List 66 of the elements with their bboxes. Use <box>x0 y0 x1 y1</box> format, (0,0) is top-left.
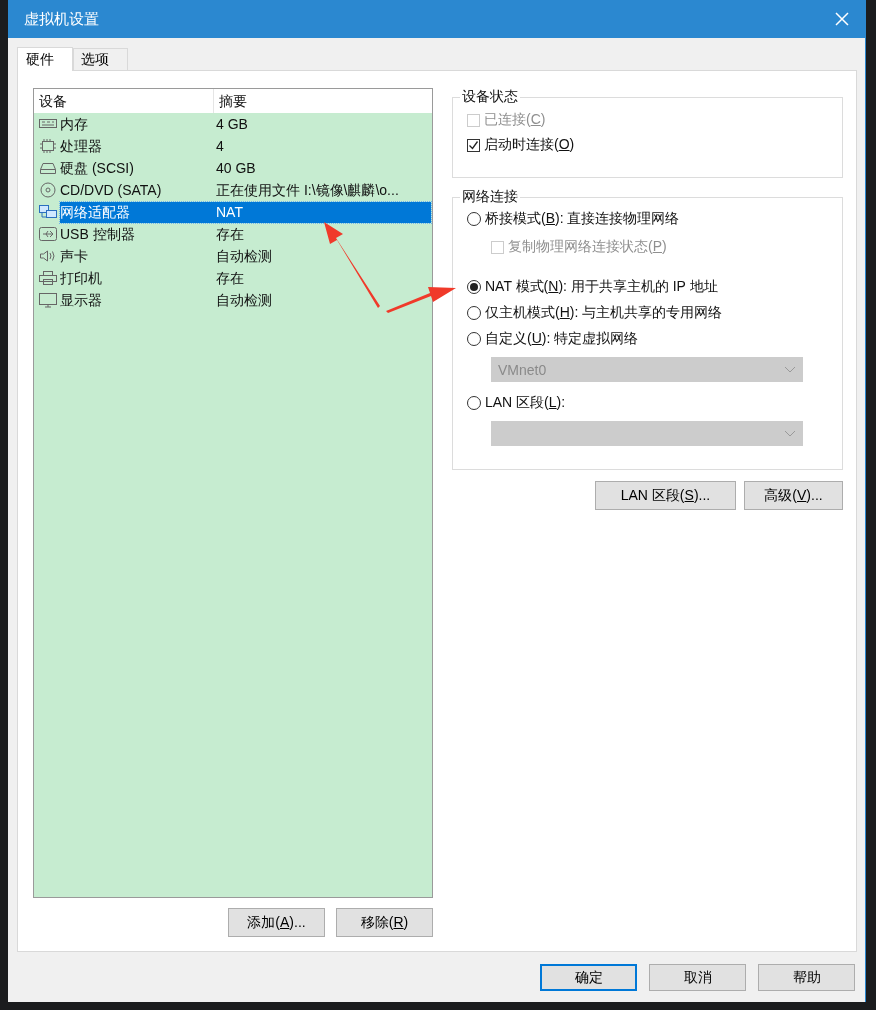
device-row[interactable]: 网络适配器 NAT <box>60 201 431 223</box>
network-icon <box>38 204 58 220</box>
device-name: 打印机 <box>60 268 103 288</box>
device-summary: 自动检测 <box>216 290 272 310</box>
column-header: 摘要 <box>218 92 247 111</box>
radio-button[interactable] <box>467 212 481 226</box>
device-row[interactable]: CD/DVD (SATA) 正在使用文件 I:\镜像\麒麟\o... <box>60 179 431 201</box>
cdrom-icon <box>38 182 58 198</box>
device-name: 网络适配器 <box>60 202 131 222</box>
checkbox-label: 启动时连接(O) <box>484 136 575 154</box>
radio-button[interactable] <box>467 280 481 294</box>
radio-label: 自定义(U): 特定虚拟网络 <box>485 330 639 348</box>
device-summary: 正在使用文件 I:\镜像\麒麟\o... <box>216 180 399 200</box>
device-name: 显示器 <box>60 290 103 310</box>
caret-icon <box>784 430 796 437</box>
tab[interactable]: 选项 <box>73 48 128 70</box>
dialog-button[interactable]: 确定 <box>540 964 637 991</box>
checkbox[interactable] <box>467 138 480 152</box>
device-name: 内存 <box>60 114 89 134</box>
device-row[interactable]: 打印机 存在 <box>60 267 431 289</box>
checkbox-label: 已连接(C) <box>484 111 546 129</box>
dialog-button[interactable]: 高级(V)... <box>744 481 843 510</box>
group-title: 网络连接 <box>461 188 519 206</box>
checkbox-label: 复制物理网络连接状态(P) <box>508 238 667 256</box>
device-name: 声卡 <box>60 246 89 266</box>
radio-label: 桥接模式(B): 直接连接物理网络 <box>485 210 680 228</box>
device-summary: 存在 <box>216 268 244 288</box>
dialog-button[interactable]: 移除(R) <box>336 908 433 937</box>
dialog-button[interactable]: 添加(A)... <box>228 908 325 937</box>
cpu-icon <box>38 138 58 154</box>
device-summary: NAT <box>216 202 243 222</box>
column-header: 设备 <box>34 89 214 113</box>
usb-icon <box>38 226 58 242</box>
printer-icon <box>38 270 58 286</box>
close-icon[interactable] <box>835 12 849 26</box>
group-title: 设备状态 <box>461 88 519 106</box>
device-row[interactable]: 显示器 自动检测 <box>60 289 431 311</box>
window-title: 虚拟机设置 <box>24 9 99 29</box>
dialog-button[interactable]: 取消 <box>649 964 746 991</box>
device-summary: 40 GB <box>216 158 256 178</box>
annotation-arrow <box>386 287 456 313</box>
device-row[interactable]: 处理器 4 <box>60 135 431 157</box>
radio-button[interactable] <box>467 332 481 346</box>
device-name: 处理器 <box>60 136 103 156</box>
radio-button[interactable] <box>467 396 481 410</box>
device-row[interactable]: 声卡 自动检测 <box>60 245 431 267</box>
device-name: 硬盘 (SCSI) <box>60 158 135 178</box>
device-summary: 存在 <box>216 224 244 244</box>
sound-icon <box>38 248 58 264</box>
radio-button[interactable] <box>467 306 481 320</box>
radio-label: NAT 模式(N): 用于共享主机的 IP 地址 <box>485 278 718 296</box>
display-icon <box>38 292 58 308</box>
dialog-button[interactable]: LAN 区段(S)... <box>595 481 736 510</box>
device-row[interactable]: USB 控制器 存在 <box>60 223 431 245</box>
device-name: USB 控制器 <box>60 224 136 244</box>
dialog-button[interactable]: 帮助 <box>758 964 855 991</box>
radio-label: LAN 区段(L): <box>485 394 566 412</box>
device-summary: 4 GB <box>216 114 248 134</box>
device-name: CD/DVD (SATA) <box>60 180 163 200</box>
device-row[interactable]: 硬盘 (SCSI) 40 GB <box>60 157 431 179</box>
caret-icon <box>784 366 796 373</box>
device-row[interactable]: 内存 4 GB <box>60 113 431 135</box>
radio-label: 仅主机模式(H): 与主机共享的专用网络 <box>485 304 723 322</box>
device-summary: 4 <box>216 136 224 156</box>
device-summary: 自动检测 <box>216 246 272 266</box>
tab[interactable]: 硬件 <box>17 47 73 71</box>
